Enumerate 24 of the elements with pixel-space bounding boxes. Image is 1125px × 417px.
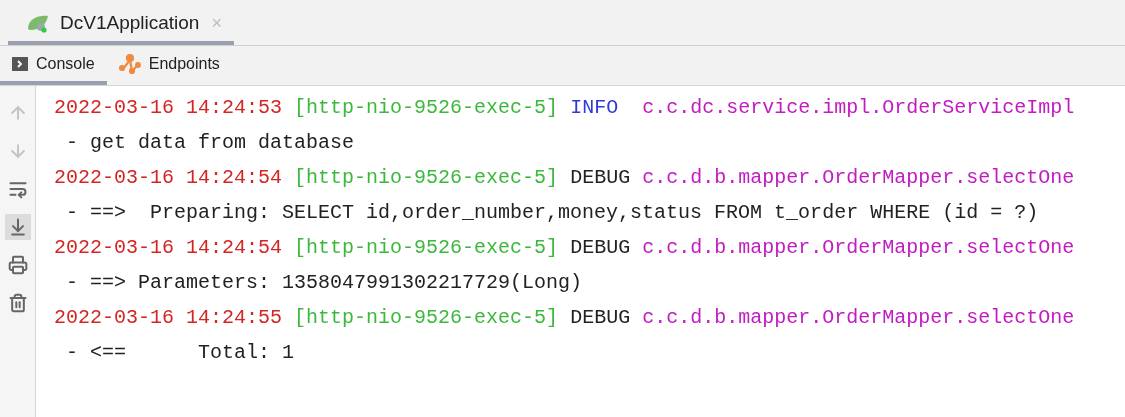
log-message: - ==> Preparing: SELECT id,order_number,money,status FROM t_order WHERE (id = ?) (65, 200, 1039, 226)
log-level: DEBUG (570, 305, 631, 331)
log-message: - <== Total: 1 (65, 340, 295, 366)
log-level: DEBUG (570, 235, 631, 261)
log-thread: [http-nio-9526-exec-5] (294, 235, 559, 261)
log-logger: c.c.dc.service.impl.OrderServiceImpl (642, 95, 1075, 121)
log-logger: c.c.d.b.mapper.OrderMapper.selectOne (642, 235, 1075, 261)
log-thread: [http-nio-9526-exec-5] (294, 305, 559, 331)
log-timestamp: 2022-03-16 14:24:53 (54, 95, 283, 121)
scroll-to-end-icon[interactable] (4, 214, 31, 240)
log-level: INFO (570, 95, 620, 121)
endpoints-icon (118, 52, 141, 75)
log-timestamp: 2022-03-16 14:24:54 (54, 235, 283, 261)
log-message: - ==> Parameters: 1358047991302217729(Long) (65, 270, 583, 296)
log-timestamp: 2022-03-16 14:24:54 (54, 165, 283, 191)
tool-tab[interactable]: Endpoints (106, 46, 232, 85)
log-level: DEBUG (570, 165, 631, 191)
log-timestamp: 2022-03-16 14:24:55 (54, 305, 283, 331)
log-logger: c.c.d.b.mapper.OrderMapper.selectOne (642, 165, 1075, 191)
log-thread: [http-nio-9526-exec-5] (294, 95, 559, 121)
log-message: - get data from database (65, 130, 355, 156)
log-logger: c.c.d.b.mapper.OrderMapper.selectOne (642, 305, 1075, 331)
console-icon (12, 55, 28, 72)
log-thread: [http-nio-9526-exec-5] (294, 165, 559, 191)
